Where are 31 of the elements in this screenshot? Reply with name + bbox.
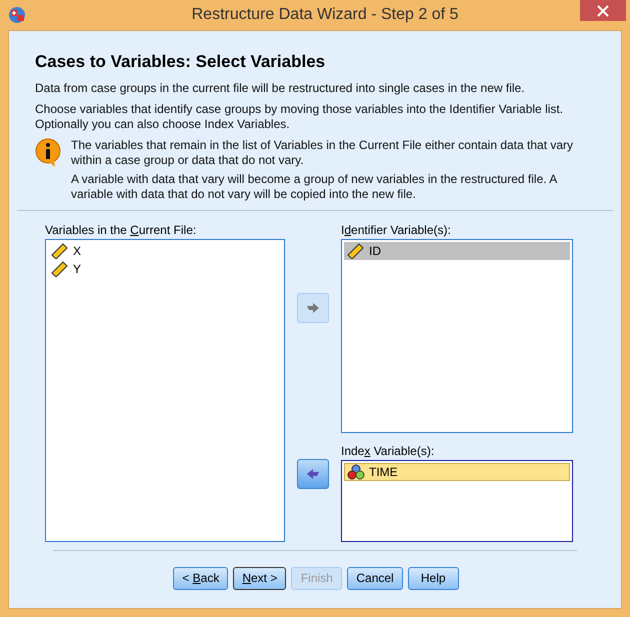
info-icon bbox=[35, 138, 61, 168]
move-button[interactable] bbox=[297, 458, 329, 488]
variable-item[interactable]: X bbox=[48, 242, 282, 260]
list-label: Identifier Variable(s): bbox=[341, 222, 452, 238]
close-button[interactable] bbox=[580, 0, 626, 21]
arrow-icon bbox=[306, 302, 320, 314]
close-icon bbox=[597, 4, 609, 16]
variable-item[interactable]: Y bbox=[48, 260, 282, 278]
variable-list[interactable]: ID bbox=[341, 238, 573, 432]
variable-item[interactable]: TIME bbox=[344, 462, 570, 480]
window-title: Restructure Data Wizard - Step 2 of 5 bbox=[190, 5, 458, 25]
variable-list[interactable]: X Y bbox=[45, 238, 285, 542]
arrow-icon bbox=[306, 468, 320, 480]
page-heading: Cases to Variables: Select Variables bbox=[35, 51, 326, 73]
paragraph: The variables that remain in the list of Variables in the Current File either contain data that vary within a case group or data that do not vary. bbox=[71, 138, 574, 168]
dialog-button[interactable]: Help bbox=[408, 566, 459, 590]
variable-item[interactable]: ID bbox=[344, 242, 570, 260]
ruler-icon bbox=[51, 260, 69, 276]
paragraph: Choose variables that identify case groups by moving those variables into the Identifier Variable list. Optionally you can also choose Index Variables. bbox=[35, 102, 564, 132]
paragraph: A variable with data that vary will become a group of new variables in the restructured file. A variable with data that do not vary will be copied into the new file. bbox=[71, 172, 558, 202]
ruler-icon bbox=[347, 242, 365, 258]
circles-icon bbox=[347, 464, 365, 480]
dialog-button[interactable]: Cancel bbox=[347, 566, 403, 590]
dialog-button[interactable]: < Back bbox=[173, 566, 228, 590]
variable-list[interactable]: TIME bbox=[341, 460, 573, 542]
list-label: Index Variable(s): bbox=[341, 442, 436, 460]
ruler-icon bbox=[51, 242, 69, 258]
app-icon bbox=[8, 6, 26, 24]
list-label: Variables in the Current File: bbox=[45, 222, 198, 238]
paragraph: Data from case groups in the current file will be restructured into single cases in the new file. bbox=[35, 80, 526, 96]
dialog-button[interactable]: Next > bbox=[233, 566, 286, 590]
